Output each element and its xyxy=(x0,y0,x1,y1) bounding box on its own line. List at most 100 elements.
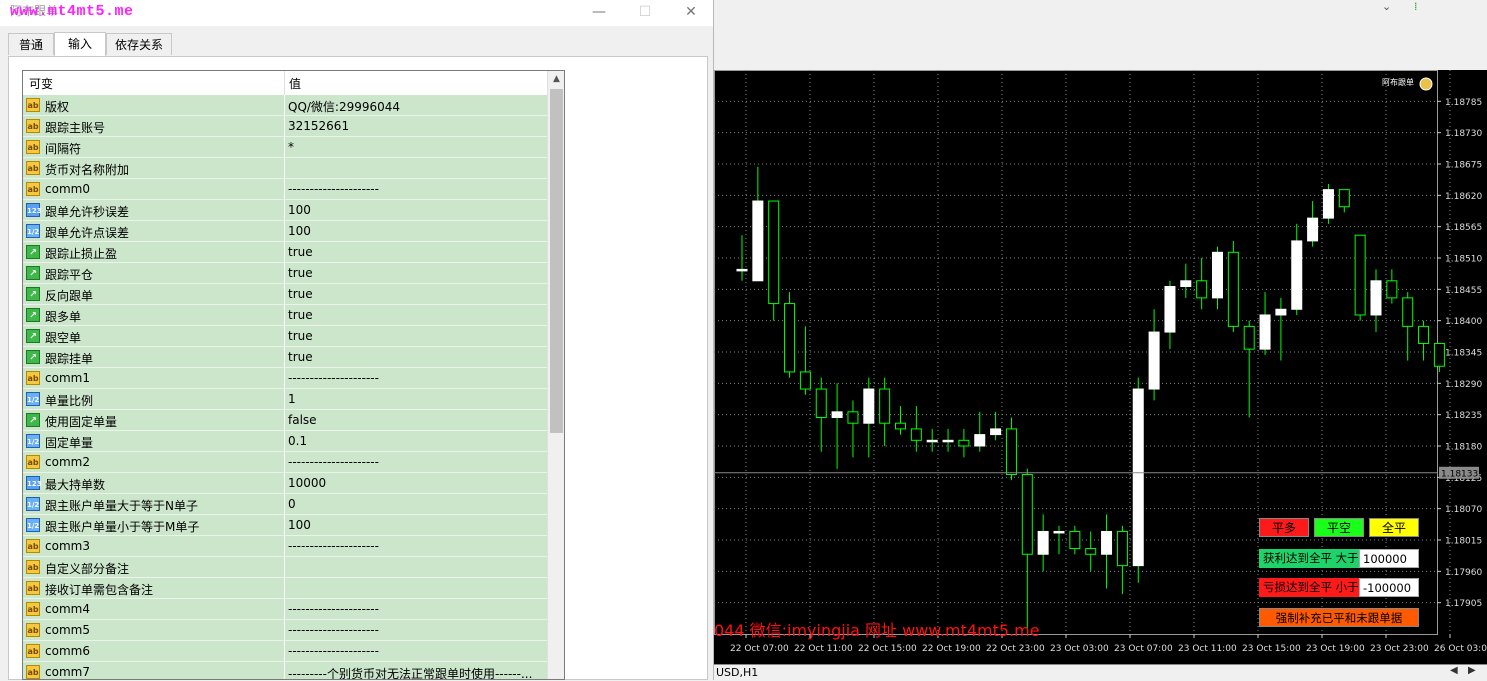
cell-separator xyxy=(284,599,285,620)
dialog-titlebar[interactable]: 阿布跟单 www.mt4mt5.me — ☐ ✕ xyxy=(0,0,713,26)
close-all-button[interactable]: 全平 xyxy=(1369,518,1419,537)
table-row[interactable]: ↗ 跟踪平仓 true xyxy=(23,263,547,284)
y-tick-label: 1.17960 xyxy=(1445,568,1482,578)
tab-dependencies[interactable]: 依存关系 xyxy=(106,33,172,55)
close-button[interactable]: ✕ xyxy=(668,0,714,26)
param-value[interactable]: 0 xyxy=(288,497,296,511)
table-row[interactable]: ab comm2 --------------------- xyxy=(23,452,547,473)
param-name: comm2 xyxy=(45,455,90,469)
profit-close-input[interactable]: 100000 xyxy=(1359,549,1419,568)
param-value[interactable]: --------------------- xyxy=(288,539,379,553)
param-value[interactable]: --------------------- xyxy=(288,455,379,469)
table-row[interactable]: ab 接收订单需包含备注 xyxy=(23,578,547,599)
table-row[interactable]: 1/2 跟主账户单量大于等于N单子 0 xyxy=(23,494,547,515)
candle-body xyxy=(1196,280,1208,299)
col-header-variable[interactable]: 可变 xyxy=(29,75,53,92)
param-name: 跟踪挂单 xyxy=(45,352,94,366)
param-value[interactable]: QQ/微信:29996044 xyxy=(288,98,400,115)
force-sync-button[interactable]: 强制补充已平和未跟单据 xyxy=(1259,608,1419,627)
param-value[interactable]: 1 xyxy=(288,392,296,406)
cell-separator xyxy=(284,263,285,284)
ea-corner-label: 阿布跟单 xyxy=(1382,77,1414,87)
param-name: comm7 xyxy=(45,665,90,679)
param-value[interactable]: true xyxy=(288,266,313,280)
table-row[interactable]: ab comm7 ---------个别货币对无法正常跟单时使用------... xyxy=(23,662,547,679)
table-row[interactable]: ab comm5 --------------------- xyxy=(23,620,547,641)
param-value[interactable]: true xyxy=(288,308,313,322)
y-tick-label: 1.17905 xyxy=(1445,599,1482,609)
table-row[interactable]: 1/2 跟主账户单量小于等于M单子 100 xyxy=(23,515,547,536)
table-row[interactable]: ab 货币对名称附加 xyxy=(23,158,547,179)
tab-scroll-right-icon[interactable]: ▶ xyxy=(1468,665,1476,676)
candle-body xyxy=(1212,251,1223,299)
minimize-button[interactable]: — xyxy=(576,0,622,26)
x-tick-label: 26 Oct 03:00 xyxy=(1434,644,1487,654)
y-tick-label: 1.18015 xyxy=(1445,537,1482,547)
table-row[interactable]: ↗ 使用固定单量 false xyxy=(23,410,547,431)
param-value[interactable]: --------------------- xyxy=(288,644,379,658)
table-row[interactable]: ab 版权 QQ/微信:29996044 xyxy=(23,95,547,116)
col-separator[interactable] xyxy=(284,71,285,95)
table-row[interactable]: 1/2 跟单允许点误差 100 xyxy=(23,221,547,242)
maximize-button[interactable]: ☐ xyxy=(622,0,668,26)
param-value[interactable]: false xyxy=(288,413,317,427)
close-short-button[interactable]: 平空 xyxy=(1314,518,1364,537)
cell-separator xyxy=(284,452,285,473)
param-value[interactable]: --------------------- xyxy=(288,623,379,637)
param-value[interactable]: --------------------- xyxy=(288,182,379,196)
param-value[interactable]: 0.1 xyxy=(288,434,307,448)
table-row[interactable]: 1/2 固定单量 0.1 xyxy=(23,431,547,452)
param-value[interactable]: true xyxy=(288,350,313,364)
param-value[interactable]: true xyxy=(288,245,313,259)
grid-scrollbar[interactable]: ▲ xyxy=(547,71,564,679)
param-value[interactable]: --------------------- xyxy=(288,602,379,616)
param-value[interactable]: 100 xyxy=(288,224,311,238)
param-value[interactable]: true xyxy=(288,329,313,343)
table-row[interactable]: ab comm4 --------------------- xyxy=(23,599,547,620)
scroll-up-icon[interactable]: ▲ xyxy=(548,71,564,88)
table-row[interactable]: 123 跟单允许秒误差 100 xyxy=(23,200,547,221)
y-tick-label: 1.18620 xyxy=(1445,192,1482,202)
cell-separator xyxy=(284,95,285,116)
table-row[interactable]: 1/2 单量比例 1 xyxy=(23,389,547,410)
table-row[interactable]: ab 间隔符 * xyxy=(23,137,547,158)
table-row[interactable]: ab comm1 --------------------- xyxy=(23,368,547,389)
candle-body xyxy=(1053,530,1065,534)
param-name: comm5 xyxy=(45,623,90,637)
table-row[interactable]: ab comm0 --------------------- xyxy=(23,179,547,200)
candle-body xyxy=(958,439,970,447)
scroll-thumb[interactable] xyxy=(550,89,563,433)
param-value[interactable]: 32152661 xyxy=(288,119,349,133)
col-header-value[interactable]: 值 xyxy=(289,75,301,92)
param-value[interactable]: ---------个别货币对无法正常跟单时使用------... xyxy=(288,665,532,679)
loss-close-label: 亏损达到全平 小于 xyxy=(1259,578,1359,597)
close-long-button[interactable]: 平多 xyxy=(1259,518,1309,537)
table-row[interactable]: ↗ 跟空单 true xyxy=(23,326,547,347)
param-value[interactable]: 10000 xyxy=(288,476,326,490)
table-row[interactable]: ↗ 跟踪止损止盈 true xyxy=(23,242,547,263)
param-value[interactable]: --------------------- xyxy=(288,371,379,385)
param-value[interactable]: true xyxy=(288,287,313,301)
param-value[interactable]: 100 xyxy=(288,518,311,532)
tab-common[interactable]: 普通 xyxy=(8,33,54,55)
table-row[interactable]: ↗ 跟踪挂单 true xyxy=(23,347,547,368)
loss-close-input[interactable]: -100000 xyxy=(1359,578,1419,597)
toolbar-close-icon[interactable]: ⌄ xyxy=(1382,0,1391,13)
table-row[interactable]: ab comm3 --------------------- xyxy=(23,536,547,557)
tab-scroll-left-icon[interactable]: ◀ xyxy=(1450,665,1458,676)
chart-tab-symbol[interactable]: USD,H1 xyxy=(716,666,758,679)
price-chart[interactable]: 1.18785 1.18730 1.18675 1.18620 1.18565 1.185… xyxy=(714,70,1487,664)
candle-body xyxy=(1227,251,1239,327)
tab-inputs[interactable]: 输入 xyxy=(54,32,106,56)
table-row[interactable]: ab 跟踪主账号 32152661 xyxy=(23,116,547,137)
table-row[interactable]: ↗ 反向跟单 true xyxy=(23,284,547,305)
table-row[interactable]: 123 最大持单数 10000 xyxy=(23,473,547,494)
table-row[interactable]: ab comm6 --------------------- xyxy=(23,641,547,662)
table-row[interactable]: ab 自定义部分备注 xyxy=(23,557,547,578)
param-value[interactable]: 100 xyxy=(288,203,311,217)
cell-separator xyxy=(284,284,285,305)
table-row[interactable]: ↗ 跟多单 true xyxy=(23,305,547,326)
candle-body xyxy=(1433,342,1445,367)
x-tick-label: 22 Oct 23:00 xyxy=(986,644,1045,654)
param-value[interactable]: * xyxy=(288,140,294,154)
